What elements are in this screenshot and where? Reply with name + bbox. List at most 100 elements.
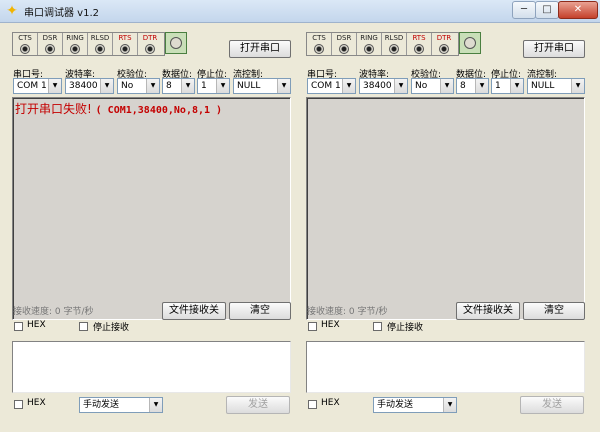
- led-label-ring: RING: [360, 34, 378, 42]
- port-select[interactable]: COM 1 ▼: [13, 78, 62, 94]
- led-indicator-icon: [439, 44, 449, 54]
- receive-speed: 接收速度: 0 字节/秒: [307, 307, 388, 317]
- chevron-down-icon[interactable]: ▼: [342, 79, 355, 93]
- led-dsr: DSR: [332, 33, 357, 55]
- serial-panel-left: CTS DSR RING RLSD RTS DTR 打开串口 串口号: 波特率:…: [0, 23, 293, 432]
- hex-receive-label: HEX: [27, 320, 46, 330]
- chevron-down-icon[interactable]: ▼: [475, 79, 488, 93]
- close-button[interactable]: ✕: [558, 1, 598, 19]
- flow-select[interactable]: NULL ▼: [527, 78, 585, 94]
- chevron-down-icon[interactable]: ▼: [100, 79, 113, 93]
- port-select[interactable]: COM 1 ▼: [307, 78, 356, 94]
- receive-textarea[interactable]: [306, 97, 585, 320]
- flow-select[interactable]: NULL ▼: [233, 78, 291, 94]
- databits-value: 8: [166, 81, 172, 91]
- port-value: COM 1: [17, 81, 47, 91]
- file-receive-button[interactable]: 文件接收关: [456, 302, 520, 320]
- file-receive-button[interactable]: 文件接收关: [162, 302, 226, 320]
- flow-value: NULL: [237, 81, 261, 91]
- receive-textarea[interactable]: 打开串口失败! ( COM1,38400,No,8,1 ): [12, 97, 291, 320]
- chevron-down-icon[interactable]: ▼: [510, 79, 523, 93]
- minimize-button[interactable]: ─: [512, 1, 536, 19]
- chevron-down-icon[interactable]: ▼: [48, 79, 61, 93]
- stopbits-value: 1: [201, 81, 207, 91]
- parity-value: No: [415, 81, 428, 91]
- databits-select[interactable]: 8 ▼: [162, 78, 195, 94]
- send-textarea[interactable]: [12, 341, 291, 393]
- hex-receive-checkbox[interactable]: [14, 322, 23, 331]
- chevron-down-icon[interactable]: ▼: [277, 79, 290, 93]
- chevron-down-icon[interactable]: ▼: [571, 79, 584, 93]
- chevron-down-icon[interactable]: ▼: [394, 79, 407, 93]
- stopbits-select[interactable]: 1 ▼: [197, 78, 230, 94]
- led-dtr[interactable]: DTR: [138, 33, 162, 55]
- window-title: 串口调试器 v1.2: [24, 8, 99, 19]
- chevron-down-icon[interactable]: ▼: [440, 79, 453, 93]
- stop-receive-checkbox[interactable]: [79, 322, 88, 331]
- chevron-down-icon[interactable]: ▼: [216, 79, 229, 93]
- parity-select[interactable]: No ▼: [117, 78, 160, 94]
- led-label-cts: CTS: [312, 34, 326, 42]
- receive-message: 打开串口失败! ( COM1,38400,No,8,1 ): [15, 100, 222, 117]
- hex-send-checkbox[interactable]: [14, 400, 23, 409]
- databits-select[interactable]: 8 ▼: [456, 78, 489, 94]
- stop-receive-checkbox[interactable]: [373, 322, 382, 331]
- led-label-rlsd: RLSD: [90, 34, 110, 42]
- hex-send-label: HEX: [321, 398, 340, 408]
- led-label-dsr: DSR: [42, 34, 58, 42]
- led-indicator-icon: [314, 44, 324, 54]
- led-indicator-icon: [120, 44, 130, 54]
- parity-select[interactable]: No ▼: [411, 78, 454, 94]
- led-indicator-icon: [389, 44, 399, 54]
- baud-select[interactable]: 38400 ▼: [65, 78, 114, 94]
- hex-receive-checkbox[interactable]: [308, 322, 317, 331]
- led-label-ring: RING: [66, 34, 84, 42]
- led-rts[interactable]: RTS: [113, 33, 138, 55]
- port-value: COM 1: [311, 81, 341, 91]
- led-rlsd: RLSD: [88, 33, 113, 55]
- led-indicator-icon: [70, 44, 80, 54]
- led-dtr[interactable]: DTR: [432, 33, 456, 55]
- led-label-rlsd: RLSD: [384, 34, 404, 42]
- send-mode-select[interactable]: 手动发送 ▼: [373, 397, 457, 413]
- hex-receive-label: HEX: [321, 320, 340, 330]
- open-port-button[interactable]: 打开串口: [523, 40, 585, 58]
- send-button[interactable]: 发送: [520, 396, 584, 414]
- led-label-dsr: DSR: [336, 34, 352, 42]
- modem-signal-leds: CTS DSR RING RLSD RTS DTR: [12, 32, 165, 56]
- led-label-dtr: DTR: [142, 34, 158, 42]
- chevron-down-icon[interactable]: ▼: [149, 398, 162, 412]
- baud-value: 38400: [69, 81, 98, 91]
- chevron-down-icon[interactable]: ▼: [146, 79, 159, 93]
- led-rlsd: RLSD: [382, 33, 407, 55]
- chevron-down-icon[interactable]: ▼: [443, 398, 456, 412]
- send-mode-value: 手动发送: [377, 400, 414, 410]
- hex-send-checkbox[interactable]: [308, 400, 317, 409]
- led-indicator-icon: [95, 44, 105, 54]
- send-textarea[interactable]: [306, 341, 585, 393]
- led-label-cts: CTS: [18, 34, 32, 42]
- baud-select[interactable]: 38400 ▼: [359, 78, 408, 94]
- chevron-down-icon[interactable]: ▼: [181, 79, 194, 93]
- send-mode-select[interactable]: 手动发送 ▼: [79, 397, 163, 413]
- open-port-button[interactable]: 打开串口: [229, 40, 291, 58]
- led-indicator-icon: [414, 44, 424, 54]
- clear-button[interactable]: 清空: [229, 302, 291, 320]
- receive-speed: 接收速度: 0 字节/秒: [13, 307, 94, 317]
- send-button[interactable]: 发送: [226, 396, 290, 414]
- receive-error-params: ( COM1,38400,No,8,1 ): [95, 105, 223, 116]
- led-indicator-icon: [339, 44, 349, 54]
- led-rts[interactable]: RTS: [407, 33, 432, 55]
- hex-send-label: HEX: [27, 398, 46, 408]
- port-status-led-icon: [459, 32, 481, 54]
- title-bar[interactable]: ✦ 串口调试器 v1.2 ─ □ ✕: [0, 0, 600, 23]
- led-label-rts: RTS: [412, 34, 426, 42]
- maximize-button[interactable]: □: [535, 1, 559, 19]
- clear-button[interactable]: 清空: [523, 302, 585, 320]
- modem-signal-leds: CTS DSR RING RLSD RTS DTR: [306, 32, 459, 56]
- stopbits-select[interactable]: 1 ▼: [491, 78, 524, 94]
- receive-error-text: 打开串口失败!: [15, 102, 96, 116]
- serial-panel-right: CTS DSR RING RLSD RTS DTR 打开串口 串口号: 波特率:…: [294, 23, 587, 432]
- led-ring: RING: [357, 33, 382, 55]
- send-mode-value: 手动发送: [83, 400, 120, 410]
